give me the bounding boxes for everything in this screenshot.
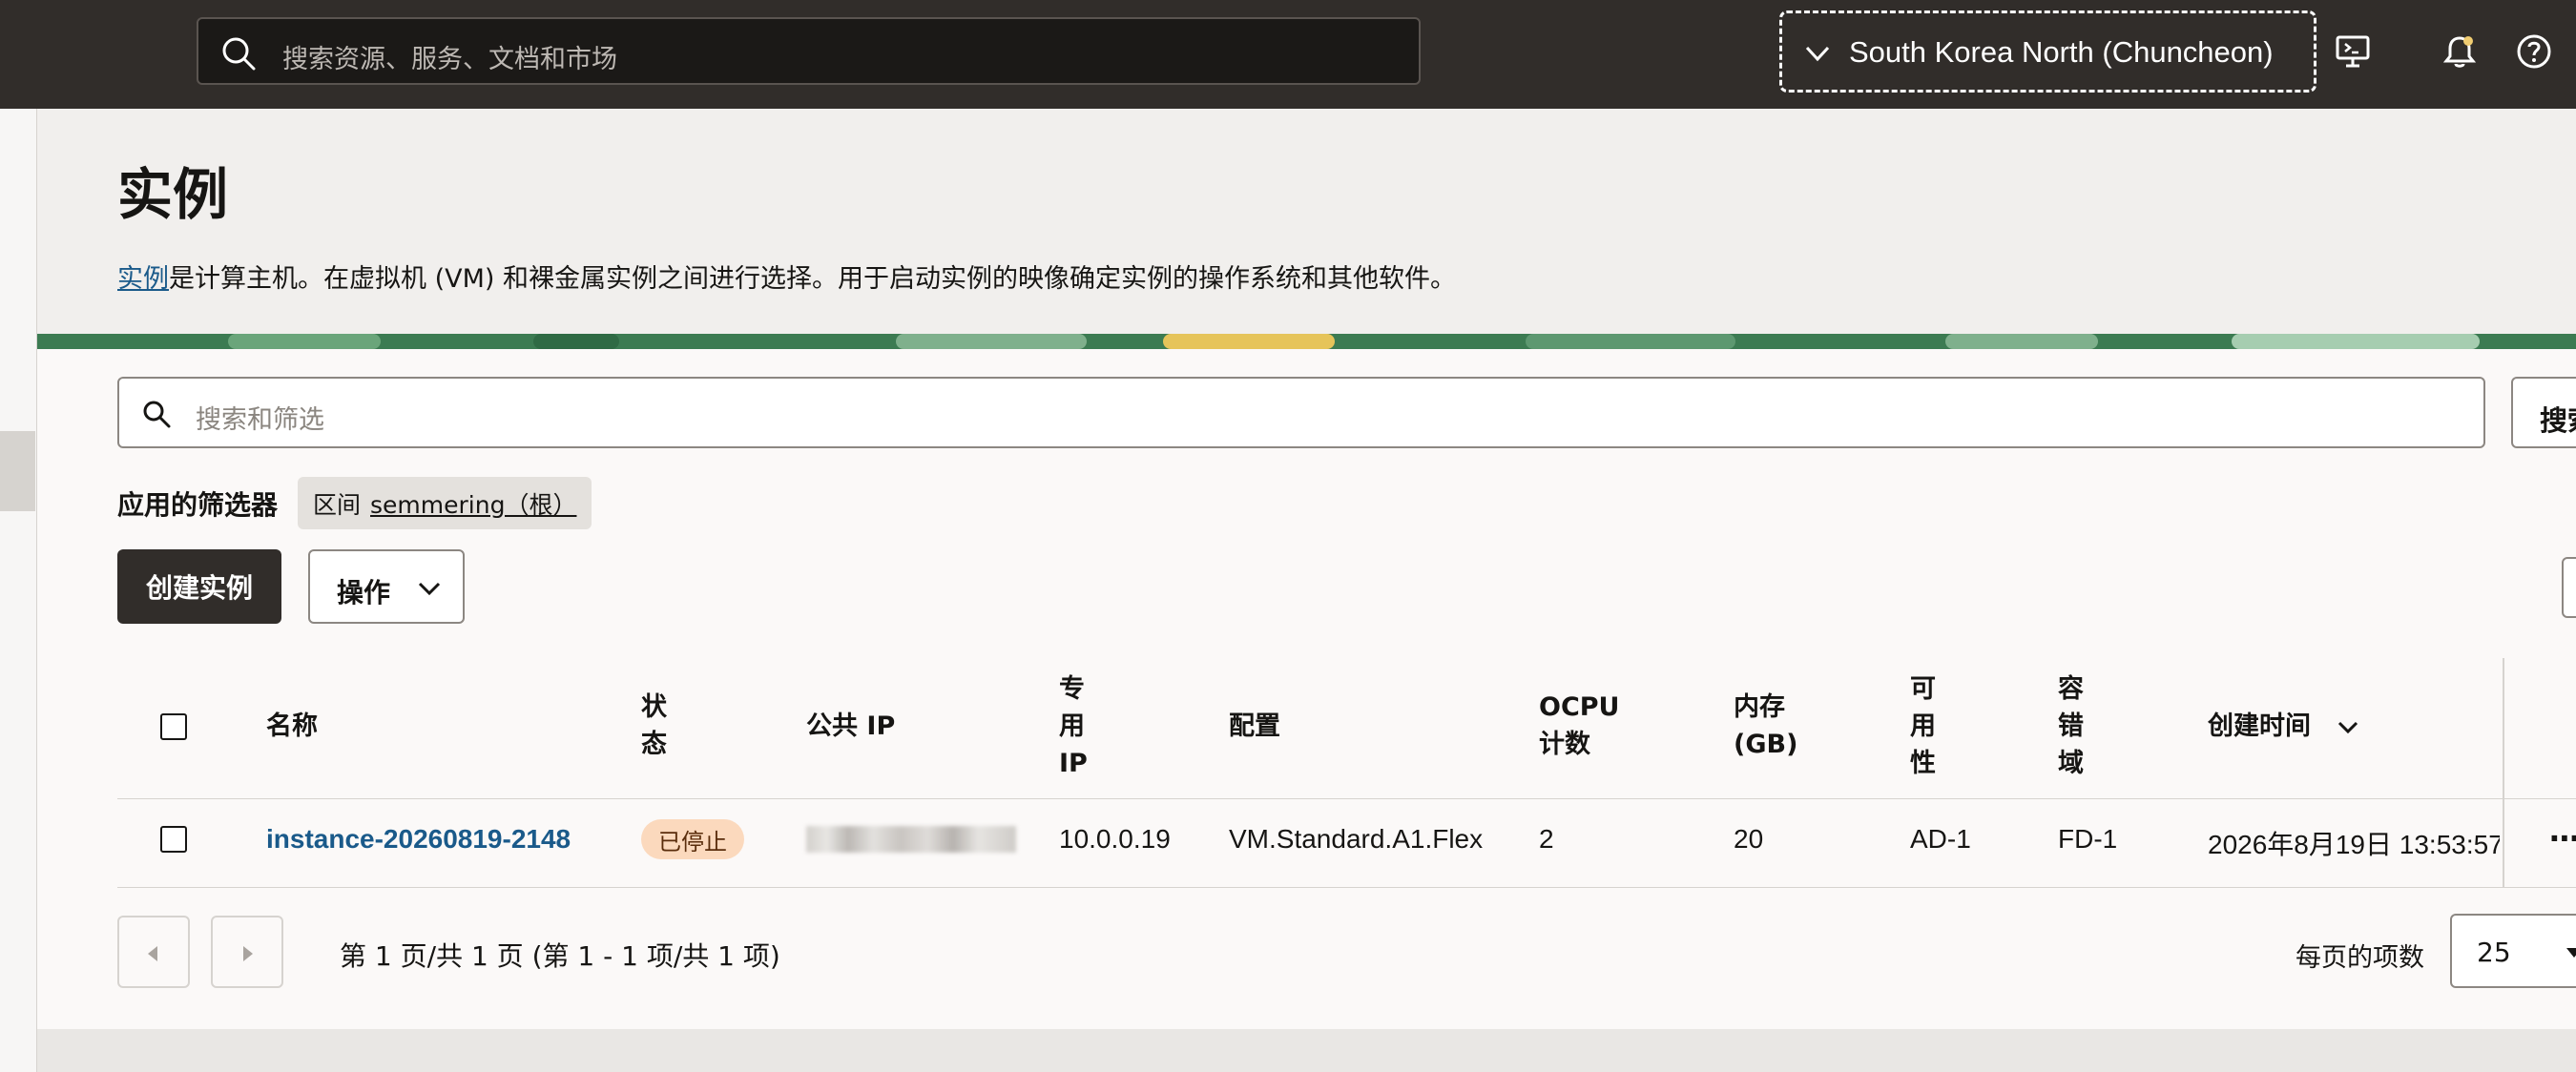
column-header-name[interactable]: 名称 <box>266 708 318 745</box>
global-search-input[interactable]: 搜索资源、服务、文档和市场 <box>197 17 1421 85</box>
instance-name-link[interactable]: instance-20260819-2148 <box>266 824 571 855</box>
column-header-created[interactable]: 创建时间 <box>2208 708 2359 745</box>
bell-icon[interactable] <box>2441 32 2479 71</box>
column-header-private-ip[interactable]: 专 用 IP <box>1059 670 1088 782</box>
shape-value: VM.Standard.A1.Flex <box>1229 824 1484 854</box>
row-checkbox[interactable] <box>160 826 187 853</box>
actions-menu-button[interactable]: 操作 <box>308 549 465 624</box>
decorative-banner <box>37 334 2576 349</box>
side-rail-selected-item[interactable] <box>0 431 35 511</box>
created-header-label: 创建时间 <box>2208 711 2311 741</box>
global-search-placeholder: 搜索资源、服务、文档和市场 <box>282 45 617 74</box>
filter-search-placeholder: 搜索和筛选 <box>196 405 324 435</box>
column-header-memory[interactable]: 内存 (GB) <box>1734 689 1797 763</box>
items-per-page-select[interactable]: 25 <box>2450 914 2576 988</box>
column-header-fault-domain[interactable]: 容 错 域 <box>2058 670 2084 782</box>
previous-page-button[interactable] <box>117 916 190 988</box>
search-button[interactable]: 搜索 <box>2511 377 2576 448</box>
status-badge: 已停止 <box>641 819 744 859</box>
column-header-status[interactable]: 状 态 <box>641 689 667 763</box>
chevron-down-icon <box>1805 46 1830 62</box>
chip-key: 区间 <box>313 490 362 519</box>
items-per-page-value: 25 <box>2477 937 2511 968</box>
help-icon[interactable] <box>2515 32 2553 71</box>
cloud-shell-icon[interactable] <box>2334 32 2372 71</box>
caret-down-icon <box>2566 948 2576 958</box>
footer-strip <box>37 1029 2576 1072</box>
memory-value: 20 <box>1734 824 1764 854</box>
description-text: 是计算主机。在虚拟机 (VM) 和裸金属实例之间进行选择。用于启动实例的映像确定… <box>169 264 1456 294</box>
filter-search-input[interactable]: 搜索和筛选 <box>117 377 2485 448</box>
caret-right-icon <box>243 946 253 961</box>
search-icon <box>143 401 171 428</box>
created-value: 2026年8月19日 13:53:57 <box>2208 830 2500 859</box>
row-actions-icon[interactable]: ⋯ <box>2549 820 2576 856</box>
create-instance-button[interactable]: 创建实例 <box>117 549 281 624</box>
availability-domain-value: AD-1 <box>1910 824 1971 854</box>
compartment-filter-chip[interactable]: 区间 semmering（根） <box>298 477 592 529</box>
side-rail <box>0 109 37 1072</box>
chevron-down-icon <box>418 582 441 596</box>
instances-doc-link[interactable]: 实例 <box>117 264 169 294</box>
next-page-button[interactable] <box>211 916 283 988</box>
ocpu-value: 2 <box>1539 824 1554 854</box>
items-per-page-label: 每页的项数 <box>2296 943 2424 973</box>
applied-filters-label: 应用的筛选器 <box>117 489 279 521</box>
sort-chevron-down-icon[interactable] <box>2337 720 2359 735</box>
column-header-shape[interactable]: 配置 <box>1229 708 1280 745</box>
column-header-public-ip[interactable]: 公共 IP <box>806 708 895 745</box>
content-panel <box>37 349 2576 1029</box>
row-divider <box>117 887 2576 888</box>
column-header-ocpu[interactable]: OCPU 计数 <box>1539 689 1619 763</box>
region-selector[interactable]: South Korea North (Chuncheon) <box>1779 10 2316 93</box>
chip-value[interactable]: semmering（根） <box>370 486 576 521</box>
page-description: 实例是计算主机。在虚拟机 (VM) 和裸金属实例之间进行选择。用于启动实例的映像… <box>117 258 1456 295</box>
column-header-availability-domain[interactable]: 可 用 性 <box>1910 670 1936 782</box>
private-ip-value: 10.0.0.19 <box>1059 824 1171 854</box>
pagination-summary: 第 1 页/共 1 页 (第 1 - 1 项/共 1 项) <box>340 940 780 972</box>
select-all-checkbox[interactable] <box>160 713 187 740</box>
caret-left-icon <box>148 946 157 961</box>
view-options-button[interactable] <box>2562 557 2576 618</box>
actions-label: 操作 <box>337 577 391 608</box>
fault-domain-value: FD-1 <box>2058 824 2118 854</box>
header-row-divider <box>117 798 2576 799</box>
public-ip-redacted <box>806 826 1016 853</box>
region-name: South Korea North (Chuncheon) <box>1849 35 2274 69</box>
column-divider <box>2503 658 2504 887</box>
page-title: 实例 <box>117 162 229 227</box>
search-icon <box>222 37 256 71</box>
top-navigation-bar: 搜索资源、服务、文档和市场 South Korea North (Chunche… <box>0 0 2576 109</box>
